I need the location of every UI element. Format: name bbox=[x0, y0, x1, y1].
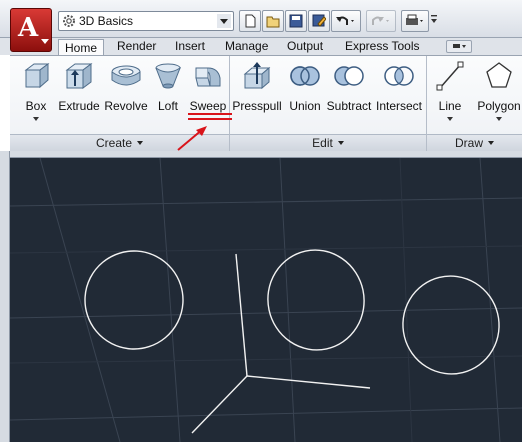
tab-insert[interactable]: Insert bbox=[175, 38, 205, 55]
annotation-underline bbox=[188, 113, 232, 115]
annotation-arrow-icon bbox=[177, 126, 207, 151]
extrude-icon bbox=[65, 63, 93, 89]
gear-icon bbox=[63, 15, 75, 27]
sweep-icon bbox=[195, 67, 221, 87]
grid-lines-minor bbox=[10, 158, 522, 442]
tab-express-tools[interactable]: Express Tools bbox=[345, 38, 419, 55]
redo-icon bbox=[372, 16, 389, 25]
save-button[interactable] bbox=[285, 10, 307, 32]
undo-icon bbox=[336, 16, 354, 25]
circle-profile-2[interactable] bbox=[259, 241, 374, 359]
draw-panel-label: Draw bbox=[454, 136, 483, 150]
chevron-down-icon[interactable] bbox=[447, 117, 453, 121]
edit-panel-title[interactable]: Edit bbox=[230, 134, 426, 151]
save-as-icon bbox=[312, 14, 326, 27]
presspull-tool[interactable]: Presspull bbox=[232, 60, 282, 113]
union-tool[interactable]: Union bbox=[286, 60, 324, 113]
ribbon-tabs: Home Render Insert Manage Output Express… bbox=[0, 38, 522, 55]
chevron-down-icon[interactable] bbox=[496, 117, 502, 121]
polygon-label: Polygon bbox=[477, 99, 521, 113]
line-tool[interactable]: Line bbox=[432, 60, 468, 121]
edit-panel-label: Edit bbox=[312, 136, 333, 150]
redo-button[interactable] bbox=[366, 10, 396, 32]
revolve-label: Revolve bbox=[104, 99, 148, 113]
printer-icon bbox=[406, 14, 423, 25]
customize-toolbar-button[interactable] bbox=[431, 10, 440, 32]
loft-tool[interactable]: Loft bbox=[150, 60, 186, 113]
workspace-dropdown[interactable]: 3D Basics bbox=[58, 11, 234, 31]
plot-button[interactable] bbox=[401, 10, 429, 32]
draw-panel-title[interactable]: Draw bbox=[427, 134, 522, 151]
line-icon bbox=[436, 61, 464, 91]
ucs-axes bbox=[191, 253, 371, 434]
box-icon bbox=[24, 63, 50, 89]
grid-lines bbox=[10, 158, 522, 442]
new-file-button[interactable] bbox=[239, 10, 261, 32]
chevron-down-icon[interactable] bbox=[217, 14, 231, 28]
loft-icon bbox=[155, 63, 182, 89]
revolve-tool[interactable]: Revolve bbox=[104, 60, 148, 113]
presspull-label: Presspull bbox=[232, 99, 282, 113]
polygon-tool[interactable]: Polygon bbox=[476, 60, 522, 121]
box-label: Box bbox=[25, 99, 47, 113]
workspace-value: 3D Basics bbox=[79, 14, 134, 28]
subtract-icon bbox=[334, 66, 364, 86]
chevron-down-icon bbox=[488, 141, 494, 145]
new-file-icon bbox=[245, 14, 256, 28]
intersect-tool[interactable]: Intersect bbox=[375, 60, 423, 113]
circle-profile-1[interactable] bbox=[72, 238, 195, 361]
ribbon-minimize-button[interactable] bbox=[446, 40, 472, 53]
model-space[interactable] bbox=[10, 158, 522, 442]
ribbon: Box Extrude Revolve Loft Sweep Presspull… bbox=[10, 55, 522, 152]
intersect-icon bbox=[384, 66, 414, 86]
polygon-icon bbox=[486, 62, 512, 88]
annotation-underline bbox=[188, 118, 232, 120]
application-menu-button[interactable]: A bbox=[10, 8, 52, 52]
revolve-icon bbox=[111, 65, 141, 86]
autocad-logo: A bbox=[18, 13, 39, 43]
intersect-label: Intersect bbox=[375, 99, 423, 113]
tab-home[interactable]: Home bbox=[58, 39, 105, 55]
tab-output[interactable]: Output bbox=[287, 38, 323, 55]
sweep-tool[interactable]: Sweep bbox=[188, 60, 228, 113]
subtract-label: Subtract bbox=[326, 99, 372, 113]
open-file-button[interactable] bbox=[262, 10, 284, 32]
chevron-down-icon bbox=[137, 141, 144, 145]
save-icon bbox=[289, 14, 303, 28]
drawing-canvas[interactable] bbox=[10, 158, 522, 442]
union-icon bbox=[290, 66, 320, 86]
chevron-down-icon bbox=[431, 15, 437, 23]
sweep-label: Sweep bbox=[189, 99, 227, 113]
line-label: Line bbox=[438, 99, 462, 113]
panel-toggle-icon bbox=[453, 44, 466, 48]
subtract-tool[interactable]: Subtract bbox=[326, 60, 372, 113]
presspull-icon bbox=[243, 62, 271, 90]
tab-manage[interactable]: Manage bbox=[225, 38, 268, 55]
viewport-frame bbox=[0, 151, 10, 442]
chevron-down-icon bbox=[41, 39, 49, 44]
tab-render[interactable]: Render bbox=[117, 38, 156, 55]
create-panel-label: Create bbox=[95, 136, 133, 150]
extrude-tool[interactable]: Extrude bbox=[57, 60, 101, 113]
chevron-down-icon bbox=[337, 141, 344, 145]
undo-button[interactable] bbox=[331, 10, 361, 32]
box-tool[interactable]: Box bbox=[18, 60, 54, 121]
union-label: Union bbox=[289, 99, 321, 113]
loft-label: Loft bbox=[157, 99, 178, 113]
viewport-frame bbox=[0, 151, 522, 158]
folder-icon bbox=[266, 16, 280, 28]
save-as-button[interactable] bbox=[308, 10, 330, 32]
chevron-down-icon[interactable] bbox=[33, 117, 39, 121]
extrude-label: Extrude bbox=[58, 99, 100, 113]
quick-access-toolbar: 3D Basics bbox=[0, 0, 522, 38]
